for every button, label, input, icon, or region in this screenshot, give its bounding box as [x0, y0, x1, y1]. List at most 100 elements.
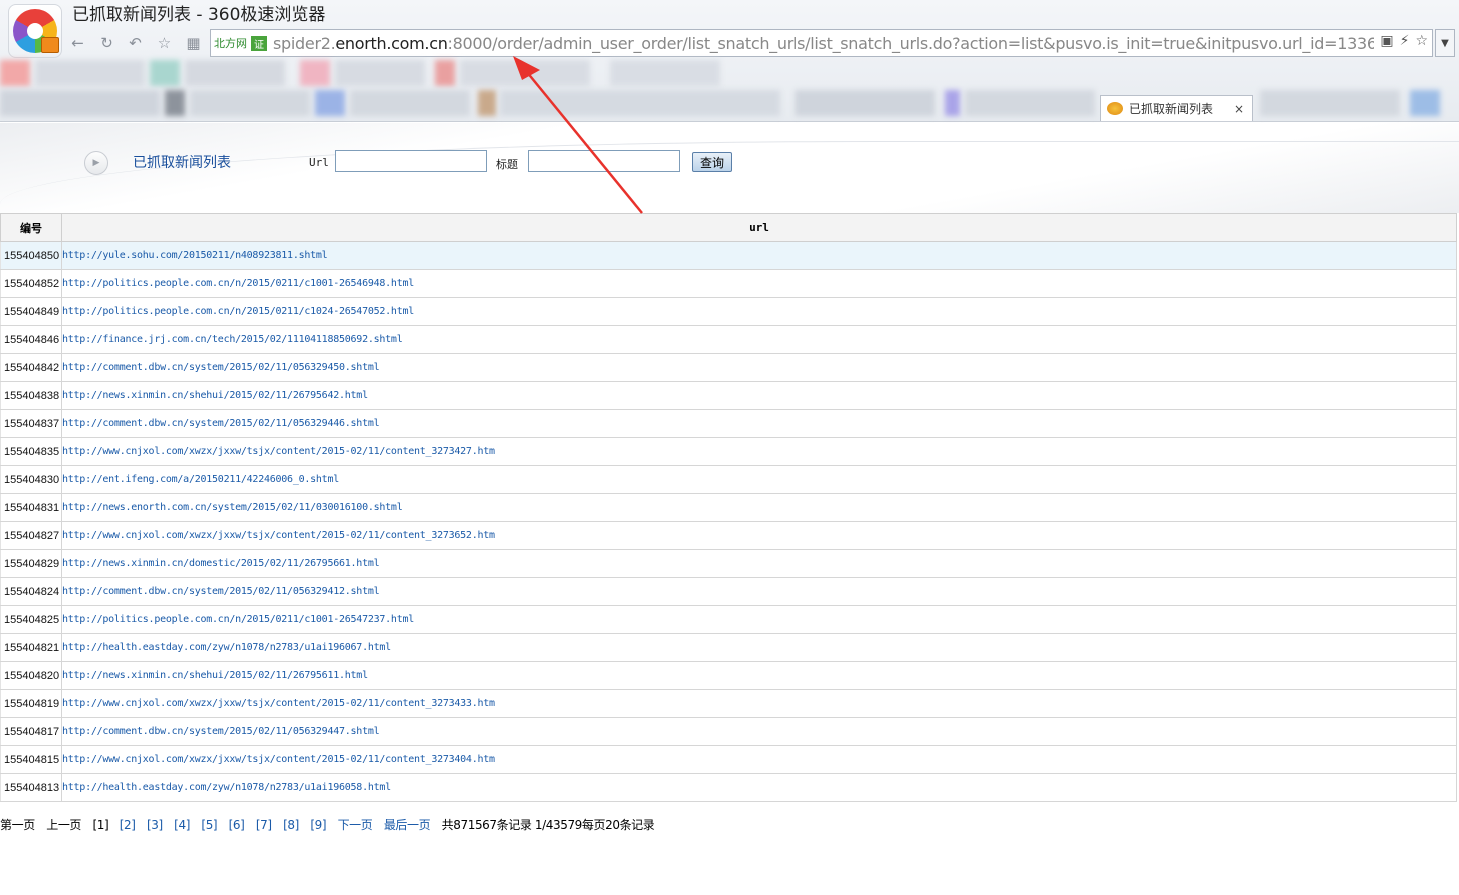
row-url-link[interactable]: http://news.xinmin.cn/shehui/2015/02/11/… [61, 661, 1457, 690]
dropdown-icon[interactable]: ▼ [1435, 29, 1455, 57]
table-row: 155404831 http://news.enorth.com.cn/syste… [0, 493, 1457, 522]
row-id: 155404825 [0, 605, 62, 634]
table-row: 155404842 http://comment.dbw.cn/system/20… [0, 353, 1457, 382]
grid-icon[interactable]: ▦ [182, 32, 205, 54]
row-url-link[interactable]: http://politics.people.com.cn/n/2015/021… [61, 269, 1457, 298]
star-icon[interactable]: ☆ [153, 32, 176, 54]
row-url-link[interactable]: http://www.cnjxol.com/xwzx/jxxw/tsjx/con… [61, 689, 1457, 718]
pager-page-link[interactable]: [6] [229, 818, 245, 832]
browser-logo-icon[interactable] [8, 4, 62, 58]
pager-page-link[interactable]: [9] [310, 818, 326, 832]
header-id: 编号 [0, 213, 62, 242]
row-url-link[interactable]: http://politics.people.com.cn/n/2015/021… [61, 605, 1457, 634]
pager-prev[interactable]: 上一页 [46, 818, 81, 832]
pager-current: [1] [92, 818, 109, 832]
row-url-link[interactable]: http://news.enorth.com.cn/system/2015/02… [61, 493, 1457, 522]
pager-page-link[interactable]: [5] [201, 818, 217, 832]
row-id: 155404850 [0, 241, 62, 270]
refresh-icon[interactable]: ↻ [95, 32, 118, 54]
row-id: 155404813 [0, 773, 62, 802]
page-title: 已抓取新闻列表 [133, 155, 231, 171]
row-id: 155404846 [0, 325, 62, 354]
table-row: 155404825 http://politics.people.com.cn/n… [0, 605, 1457, 634]
table-row: 155404827 http://www.cnjxol.com/xwzx/jxxw… [0, 521, 1457, 550]
query-button[interactable]: 查询 [692, 152, 732, 172]
table-row: 155404850 http://yule.sohu.com/20150211/n… [0, 241, 1457, 270]
row-url-link[interactable]: http://yule.sohu.com/20150211/n408923811… [61, 241, 1457, 270]
pagination: 第一页 上一页 [1] [2] [3] [4] [5] [6] [7] [8] … [0, 816, 662, 833]
table-row: 155404829 http://news.xinmin.cn/domestic/… [0, 549, 1457, 578]
table-row: 155404837 http://comment.dbw.cn/system/20… [0, 409, 1457, 438]
pager-page-link[interactable]: [4] [174, 818, 190, 832]
table-header-row: 编号 url [0, 213, 1457, 242]
row-id: 155404852 [0, 269, 62, 298]
title-input[interactable] [528, 150, 680, 172]
row-url-link[interactable]: http://finance.jrj.com.cn/tech/2015/02/1… [61, 325, 1457, 354]
row-id: 155404842 [0, 353, 62, 382]
row-url-link[interactable]: http://www.cnjxol.com/xwzx/jxxw/tsjx/con… [61, 521, 1457, 550]
row-id: 155404831 [0, 493, 62, 522]
row-id: 155404820 [0, 661, 62, 690]
row-url-link[interactable]: http://news.xinmin.cn/shehui/2015/02/11/… [61, 381, 1457, 410]
row-url-link[interactable]: http://www.cnjxol.com/xwzx/jxxw/tsjx/con… [61, 437, 1457, 466]
back-icon[interactable]: ← [66, 32, 89, 54]
row-url-link[interactable]: http://comment.dbw.cn/system/2015/02/11/… [61, 577, 1457, 606]
pager-page-link[interactable]: [7] [256, 818, 272, 832]
pager-page-link[interactable]: [3] [147, 818, 163, 832]
row-url-link[interactable]: http://comment.dbw.cn/system/2015/02/11/… [61, 717, 1457, 746]
row-url-link[interactable]: http://health.eastday.com/zyw/n1078/n278… [61, 773, 1457, 802]
table-row: 155404815 http://www.cnjxol.com/xwzx/jxxw… [0, 745, 1457, 774]
table-row: 155404830 http://ent.ifeng.com/a/20150211… [0, 465, 1457, 494]
pager-page-link[interactable]: [8] [283, 818, 299, 832]
table-row: 155404838 http://news.xinmin.cn/shehui/20… [0, 381, 1457, 410]
address-url[interactable]: spider2.enorth.com.cn:8000/order/admin_u… [273, 34, 1387, 53]
row-url-link[interactable]: http://comment.dbw.cn/system/2015/02/11/… [61, 409, 1457, 438]
row-id: 155404838 [0, 381, 62, 410]
pager-last[interactable]: 最后一页 [384, 818, 431, 832]
tab-active[interactable]: 已抓取新闻列表 × [1100, 95, 1253, 121]
row-id: 155404819 [0, 689, 62, 718]
play-icon: ▶ [84, 151, 108, 175]
table-row: 155404821 http://health.eastday.com/zyw/n… [0, 633, 1457, 662]
pager-page-link[interactable]: [2] [120, 818, 136, 832]
row-id: 155404849 [0, 297, 62, 326]
row-url-link[interactable]: http://news.xinmin.cn/domestic/2015/02/1… [61, 549, 1457, 578]
pager-first[interactable]: 第一页 [0, 818, 35, 832]
close-icon[interactable]: × [1234, 102, 1244, 116]
url-input[interactable] [335, 150, 487, 172]
row-url-link[interactable]: http://ent.ifeng.com/a/20150211/42246006… [61, 465, 1457, 494]
search-panel: ▶ 已抓取新闻列表 Url 标题 查询 [0, 123, 1459, 213]
results-table: 编号 url 155404850 http://yule.sohu.com/201… [0, 213, 1457, 802]
row-id: 155404829 [0, 549, 62, 578]
row-id: 155404835 [0, 437, 62, 466]
table-row: 155404817 http://comment.dbw.cn/system/20… [0, 717, 1457, 746]
star-outline-icon[interactable]: ☆ [1415, 33, 1428, 49]
undo-icon[interactable]: ↶ [124, 32, 147, 54]
table-row: 155404835 http://www.cnjxol.com/xwzx/jxxw… [0, 437, 1457, 466]
qr-icon[interactable]: ▣ [1380, 33, 1393, 49]
table-row: 155404846 http://finance.jrj.com.cn/tech/… [0, 325, 1457, 354]
row-url-link[interactable]: http://health.eastday.com/zyw/n1078/n278… [61, 633, 1457, 662]
row-id: 155404827 [0, 521, 62, 550]
bookmark-bar [0, 60, 1459, 90]
browser-chrome: 已抓取新闻列表 - 360极速浏览器 ← ↻ ↶ ☆ ▦ 北方网 证 spide… [0, 0, 1459, 122]
row-id: 155404821 [0, 633, 62, 662]
row-url-link[interactable]: http://www.cnjxol.com/xwzx/jxxw/tsjx/con… [61, 745, 1457, 774]
url-label: Url [309, 156, 329, 169]
table-row: 155404824 http://comment.dbw.cn/system/20… [0, 577, 1457, 606]
pager-next[interactable]: 下一页 [338, 818, 373, 832]
site-tag: 北方网 [214, 37, 247, 50]
table-row: 155404820 http://news.xinmin.cn/shehui/20… [0, 661, 1457, 690]
pager-summary: 共871567条记录 1/43579每页20条记录 [441, 818, 655, 832]
address-bar[interactable]: 北方网 证 spider2.enorth.com.cn:8000/order/a… [210, 29, 1433, 57]
row-id: 155404824 [0, 577, 62, 606]
row-id: 155404837 [0, 409, 62, 438]
address-bar-icons: ▣ ⚡ ☆ [1374, 33, 1428, 49]
row-url-link[interactable]: http://comment.dbw.cn/system/2015/02/11/… [61, 353, 1457, 382]
row-id: 155404815 [0, 745, 62, 774]
table-row: 155404813 http://health.eastday.com/zyw/n… [0, 773, 1457, 802]
header-url: url [61, 213, 1457, 242]
cert-badge[interactable]: 证 [251, 35, 267, 51]
row-url-link[interactable]: http://politics.people.com.cn/n/2015/021… [61, 297, 1457, 326]
lightning-icon[interactable]: ⚡ [1400, 33, 1410, 49]
